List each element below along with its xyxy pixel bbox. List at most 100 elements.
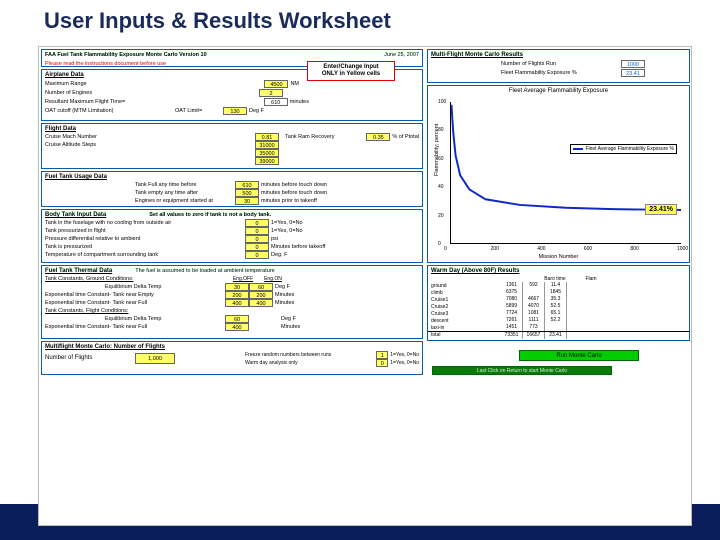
wc1: Baro time	[537, 276, 573, 282]
warm-c3: 52.2	[545, 317, 567, 324]
b-l4: Tank is pressurized	[45, 244, 245, 250]
eq2[interactable]: 60	[225, 315, 249, 323]
thermal-heading: Fuel Tank Thermal Data	[42, 266, 115, 275]
b-l1: Tank in the fuselage with no cooling fro…	[45, 220, 245, 226]
ft-unit: minutes	[290, 99, 309, 105]
xtick: 0	[444, 246, 447, 252]
empty-lbl: Tank empty any time after	[135, 190, 235, 196]
chart-xlabel: Mission Number	[539, 254, 579, 260]
o1[interactable]: 200	[225, 291, 249, 299]
n2[interactable]: 400	[249, 299, 273, 307]
warm-c1: 7724	[501, 310, 523, 317]
exp-f: Exponential time Constant- Tank near Ful…	[45, 300, 225, 306]
mach-lbl: Cruise Mach Number	[45, 134, 165, 140]
b-v4[interactable]: 0	[245, 243, 269, 251]
warm-lbl: Warm day analysis only	[245, 360, 298, 366]
warm-c3	[545, 324, 567, 331]
engines-val[interactable]: 2	[259, 89, 283, 97]
max-range-val[interactable]: 4500	[264, 80, 288, 88]
warm-c2: 4070	[523, 303, 545, 310]
chart-plot	[450, 102, 681, 244]
freeze-val[interactable]: 1	[376, 351, 388, 359]
b-l3: Pressure differential relative to ambien…	[45, 236, 245, 242]
chart-panel: Fleet Average Flammability Exposure Flam…	[427, 85, 690, 263]
warm-c3: 52.5	[545, 303, 567, 310]
warm-c2: 773	[523, 324, 545, 331]
slide-title: User Inputs & Results Worksheet	[44, 8, 391, 34]
step2[interactable]: 35000	[255, 149, 279, 157]
xtick: 600	[584, 246, 592, 252]
o2[interactable]: 400	[225, 299, 249, 307]
b-u5: Deg. F	[271, 252, 288, 258]
xtick: 400	[537, 246, 545, 252]
eq-on[interactable]: 60	[249, 283, 273, 291]
oat-limit-val[interactable]: 130	[223, 107, 247, 115]
thermal-note: The fuel is assumed to be loaded at ambi…	[135, 268, 274, 275]
hint-l1: Enter/Change Input	[311, 64, 391, 71]
exp3[interactable]: 400	[225, 323, 249, 331]
nf-lbl: Number of Flights	[45, 355, 135, 361]
engon: Eng.ON	[258, 276, 288, 282]
nf-val[interactable]: 1,000	[135, 353, 175, 364]
runs-val: 1000	[621, 60, 645, 68]
n1[interactable]: 200	[249, 291, 273, 299]
xtick: 800	[630, 246, 638, 252]
warm-rowlbl: Cruise1	[431, 297, 501, 303]
b-v5[interactable]: 0	[245, 251, 269, 259]
full-val[interactable]: 610	[235, 181, 259, 189]
b-v2[interactable]: 0	[245, 227, 269, 235]
full-lbl: Tank Full any time before	[135, 182, 235, 188]
warm-c1: 1361	[501, 282, 523, 289]
freeze-lbl: Freeze random numbers between runs	[245, 352, 331, 358]
warm-val[interactable]: 0	[376, 359, 388, 367]
run-monte-carlo-button[interactable]: Run Monte Carlo	[519, 350, 639, 361]
warm-rowlbl: climb	[431, 290, 501, 296]
step3[interactable]: 39000	[255, 157, 279, 165]
u-m3: Minutes	[281, 324, 300, 330]
u-m2: Minutes	[275, 300, 294, 306]
ram-val[interactable]: 0.35	[366, 133, 390, 141]
exp-lbl: Fleet Flammability Exposure %	[501, 70, 621, 76]
xtick: 1000	[677, 246, 688, 252]
warm-c2: 4667	[523, 296, 545, 303]
body-heading: Body Tank Input Data	[42, 210, 109, 219]
empty-unit: minutes before touch down	[261, 190, 327, 196]
warm-c1: 7080	[501, 296, 523, 303]
fc: Tank Constants, Flight Conditions:	[45, 308, 228, 314]
results-heading: Multi-Flight Monte Carlo Results	[428, 50, 689, 59]
engoff: Eng.OFF	[228, 276, 258, 282]
u-d2: Deg F	[281, 316, 296, 322]
hint-box: Enter/Change Input ONLY in Yellow cells	[307, 61, 395, 81]
chart-line	[451, 102, 681, 243]
warm-c1: 7261	[501, 317, 523, 324]
eng-val[interactable]: 30	[235, 197, 259, 205]
app-title: FAA Fuel Tank Flammability Exposure Mont…	[45, 52, 207, 58]
wc2: Flam	[573, 276, 609, 282]
oat-cutoff: OAT cutoff (MTM Limitation)	[45, 108, 165, 114]
ram-lbl: Tank Ram Recovery	[285, 134, 335, 140]
eq-off[interactable]: 30	[225, 283, 249, 291]
warm-rowlbl: Cruise2	[431, 304, 501, 310]
b-v3[interactable]: 0	[245, 235, 269, 243]
hint-l2: ONLY in Yellow cells	[311, 71, 391, 78]
oat-unit: Deg F	[249, 108, 264, 114]
ytick: 0	[438, 241, 441, 247]
flight-heading: Flight Data	[42, 124, 422, 133]
step1[interactable]: 31000	[255, 141, 279, 149]
eq-lbl2: Equilibrium Delta Temp	[105, 316, 225, 322]
warm-c3: 11.4	[545, 282, 567, 289]
engines-lbl: Number of Engines	[45, 90, 165, 96]
b-v1[interactable]: 0	[245, 219, 269, 227]
warm-c3: 1845	[545, 289, 567, 296]
app-date: June 25, 2007	[384, 52, 419, 58]
body-note: Set all values to zero if tank is not a …	[149, 212, 271, 219]
warm-c1: 6375	[501, 289, 523, 296]
mach-val[interactable]: 0.81	[255, 133, 279, 141]
empty-val[interactable]: 500	[235, 189, 259, 197]
ytick: 60	[438, 156, 444, 162]
xtick: 200	[491, 246, 499, 252]
return-button[interactable]: Last Click on Return to start Monte Carl…	[432, 366, 612, 375]
ft-lbl: Resultant Maximum Flight Time=	[45, 99, 185, 105]
app-warn: Please read the instructions document be…	[45, 61, 166, 67]
legend-swatch	[573, 148, 583, 150]
